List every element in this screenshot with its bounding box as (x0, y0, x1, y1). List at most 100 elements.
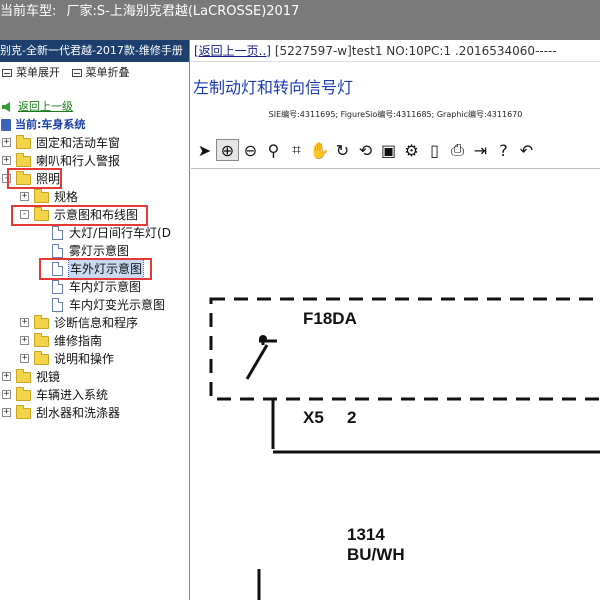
vehicle-name: 厂家:S-上海别克君越(LaCROSSE)2017 (66, 4, 300, 19)
pan-hand-icon: ✋ (309, 140, 330, 160)
tree-item[interactable]: 车外灯示意图 (0, 259, 189, 279)
tree-item[interactable]: + 说明和操作 (0, 350, 189, 368)
help-icon: ? (499, 140, 508, 160)
collapse-toggle-icon[interactable]: - (2, 174, 11, 183)
nav-tree: 返回上一级 当前:车身系统 + 固定和活动车窗 + 喇叭和行人警报 - 照明 + 规格 - 示意图… (0, 98, 189, 422)
tree-item-label: 车外灯示意图 (67, 259, 145, 279)
tree-item[interactable]: - 照明 (0, 170, 189, 188)
menu-row: 菜单展开 菜单折叠 (0, 62, 189, 84)
wiring-diagram[interactable]: F18DA X5 2 1314 BU/WH (191, 168, 600, 600)
expand-toggle-icon[interactable]: + (20, 354, 29, 363)
folder-icon (16, 405, 31, 419)
document-icon (52, 226, 63, 240)
tree-item[interactable]: + 固定和活动车窗 (0, 134, 189, 152)
menu-collapse-button[interactable]: 菜单折叠 (71, 62, 130, 84)
component-boundary (209, 297, 600, 401)
tree-item[interactable]: 雾灯示意图 (0, 242, 189, 260)
folder-icon (34, 333, 49, 347)
circuit-number: 1314 (347, 525, 385, 544)
component-label: F18DA (303, 309, 357, 328)
document-icon (52, 298, 63, 312)
crop-button[interactable]: ⌗ (285, 139, 308, 161)
expand-toggle-icon[interactable]: + (2, 408, 11, 417)
tree-item-label: 车内灯变光示意图 (69, 298, 166, 312)
help-button[interactable]: ? (492, 139, 515, 161)
wire-color: BU/WH (347, 545, 405, 564)
tree-item-label: 照明 (36, 172, 61, 186)
tree-item-label: 喇叭和行人警报 (36, 154, 121, 168)
pin-label: 2 (347, 408, 357, 427)
pan-hand-button[interactable]: ✋ (308, 139, 331, 161)
back-link[interactable]: 返回上一级 (0, 98, 189, 116)
zoom-in-button[interactable]: ⊕ (216, 139, 239, 161)
reset-icon: ⟲ (358, 140, 373, 160)
tree-item-label: 规格 (54, 190, 79, 204)
tree-item[interactable]: + 视镜 (0, 368, 189, 386)
current-section: 当前:车身系统 (0, 116, 189, 134)
tree-item-label: 固定和活动车窗 (36, 136, 121, 150)
viewer-toolbar: ➤ ⊕ ⊖ ⚲ ⌗ ✋ ↻ ⟲ ▣ ⚙ ▯ ⎙ ⇥? ↶ (191, 138, 600, 162)
tree-item[interactable]: 车内灯变光示意图 (0, 296, 189, 314)
menu-expand-button[interactable]: 菜单展开 (2, 62, 60, 84)
collapse-toggle-icon[interactable]: - (20, 210, 29, 219)
tree-item[interactable]: + 车辆进入系统 (0, 386, 189, 404)
tree-item[interactable]: + 规格 (0, 188, 189, 206)
manual-title: 别克-全新一代君越-2017款-维修手册 (0, 40, 189, 62)
tree-item-label: 大灯/日间行车灯(D (69, 226, 171, 240)
tree-item[interactable]: + 维修指南 (0, 332, 189, 350)
title-label: 当前车型: (0, 4, 57, 19)
folder-icon (34, 351, 49, 365)
crop-icon: ⌗ (291, 140, 301, 159)
back-page-link[interactable]: [返回上一页..] (194, 44, 271, 58)
title-bar: 当前车型: 厂家:S-上海别克君越(LaCROSSE)2017 (0, 0, 600, 40)
tree-item[interactable]: + 刮水器和洗涤器 (0, 404, 189, 422)
tree-item-label: 示意图和布线图 (54, 208, 139, 222)
page-title: 左制动灯和转向信号灯 (193, 78, 354, 97)
document-icon (52, 244, 63, 258)
undo-button[interactable]: ↶ (515, 139, 538, 161)
tree-item-label: 车内灯示意图 (69, 280, 142, 294)
expand-toggle-icon[interactable]: + (20, 336, 29, 345)
expand-toggle-icon[interactable]: + (2, 372, 11, 381)
settings-button[interactable]: ⚙ (400, 139, 423, 161)
tree-item-label: 视镜 (36, 370, 61, 384)
expand-toggle-icon[interactable]: + (2, 156, 11, 165)
fit-button[interactable]: ▣ (377, 139, 400, 161)
tree-item-label: 说明和操作 (54, 352, 115, 366)
folder-icon (34, 189, 49, 203)
tree-item[interactable]: 车内灯示意图 (0, 278, 189, 296)
expand-toggle-icon[interactable]: + (2, 390, 11, 399)
folder-icon (16, 135, 31, 149)
rotate-button[interactable]: ↻ (331, 139, 354, 161)
figure-ids: SIE编号:4311695; FigureSio编号:4311685; Grap… (268, 110, 523, 119)
tree-item[interactable]: - 示意图和布线图 (0, 206, 189, 224)
tree-item[interactable]: + 诊断信息和程序 (0, 314, 189, 332)
magnifier-button[interactable]: ⚲ (262, 139, 285, 161)
expand-toggle-icon[interactable]: + (2, 138, 11, 147)
collapse-icon (71, 69, 82, 77)
reset-button[interactable]: ⟲ (354, 139, 377, 161)
tree-item-label: 雾灯示意图 (69, 244, 130, 258)
pointer-button[interactable]: ➤ (193, 139, 216, 161)
zoom-out-icon: ⊖ (243, 140, 258, 160)
print-button[interactable]: ⎙ (446, 139, 469, 161)
document-button[interactable]: ▯ (423, 139, 446, 161)
expand-toggle-icon[interactable]: + (20, 192, 29, 201)
magnifier-icon: ⚲ (267, 140, 280, 160)
tree-item-label: 维修指南 (54, 334, 103, 348)
zoom-out-button[interactable]: ⊖ (239, 139, 262, 161)
document-icon (52, 262, 63, 276)
switch-arm (245, 344, 269, 380)
connector-label: X5 (303, 408, 324, 427)
export-button[interactable]: ⇥ (469, 139, 492, 161)
folder-icon (16, 369, 31, 383)
back-arrow-icon (2, 102, 10, 112)
print-icon: ⎙ (451, 140, 464, 159)
tree-item[interactable]: + 喇叭和行人警报 (0, 152, 189, 170)
expand-toggle-icon[interactable]: + (20, 318, 29, 327)
breadcrumb: [返回上一页..] [5227597-w]test1 NO:10PC:1 .20… (191, 40, 600, 62)
fit-icon: ▣ (380, 140, 397, 160)
diagram-drawing (209, 297, 600, 600)
menu-collapse-label: 菜单折叠 (85, 66, 130, 79)
tree-item[interactable]: 大灯/日间行车灯(D (0, 224, 189, 242)
